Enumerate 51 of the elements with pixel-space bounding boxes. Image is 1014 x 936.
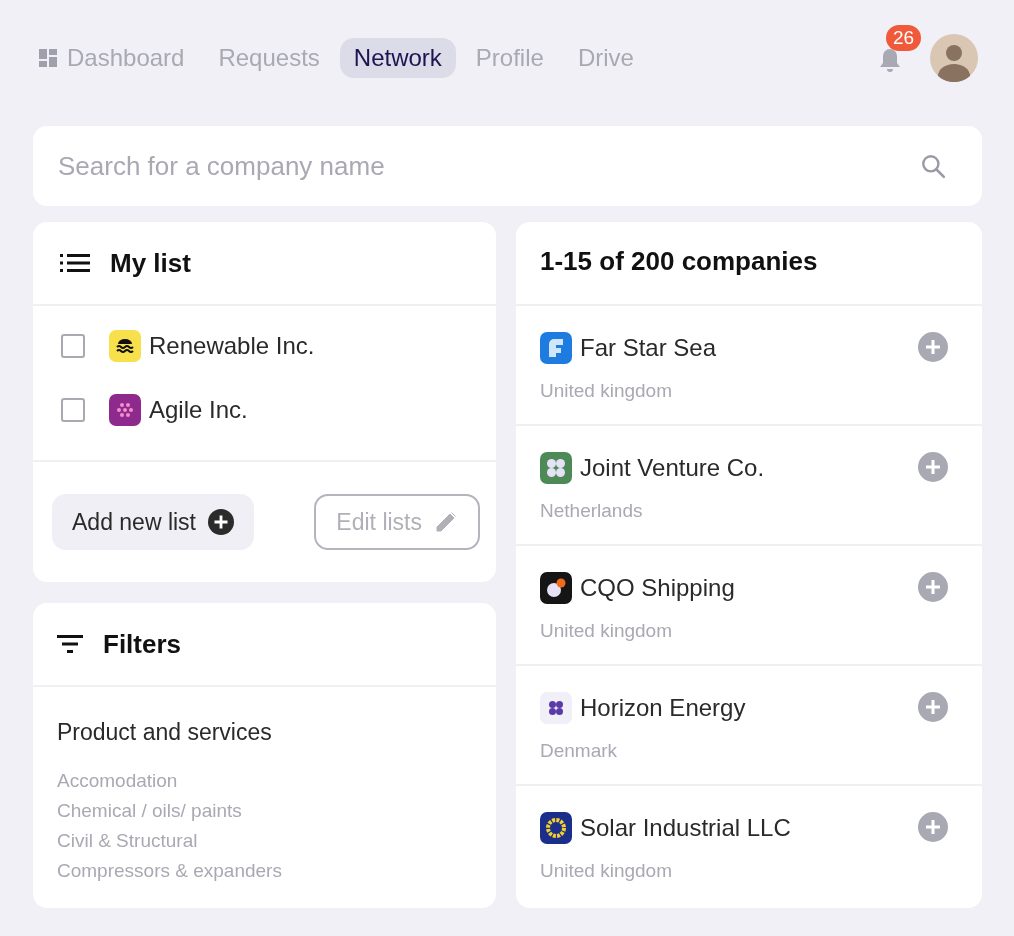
pencil-icon [434,510,458,534]
company-country: Netherlands [540,500,644,522]
checkbox[interactable] [61,334,85,358]
nav-tab[interactable]: Network [339,38,456,78]
bell-icon[interactable] [878,47,902,73]
company-name: Renewable Inc. [149,332,315,360]
card-title: Filters [103,628,182,660]
company-name[interactable]: Far Star Sea [580,334,717,362]
nav-tab[interactable]: Drive [563,38,648,78]
list-icon [60,254,90,272]
filter-option[interactable]: Chemical / oils/ paints [57,796,472,826]
plus-icon [208,509,234,535]
filter-option[interactable]: Accomodation [57,766,472,796]
add-icon[interactable] [918,692,948,722]
checkbox[interactable] [61,398,85,422]
nav-tab[interactable]: Profile [461,38,558,78]
company-name[interactable]: Joint Venture Co. [580,454,765,482]
search-field[interactable]: Search for a company name [33,126,982,206]
add-icon[interactable] [918,332,948,362]
avatar-icon[interactable] [930,34,978,82]
filter-option[interactable]: Civil & Structural [57,826,472,856]
notification-badge: 26 [886,25,922,51]
card-title: My list [110,247,191,279]
edit-lists-button[interactable]: Edit lists [314,494,480,550]
company-logo-icon [540,572,572,604]
results-count: 1-15 of 200 companies [516,222,982,306]
filter-icon [57,635,83,653]
search-icon[interactable] [920,153,946,179]
company-name[interactable]: Solar Industrial LLC [580,814,791,842]
company-name: Agile Inc. [149,396,248,424]
company-logo-icon [540,812,572,844]
grid-icon [39,49,57,67]
company-name[interactable]: CQO Shipping [580,574,735,602]
filter-group-title: Product and services [57,719,273,746]
nav-tab[interactable]: Dashboard [37,38,199,78]
company-country: United kingdom [540,620,674,642]
company-country: United kingdom [540,380,674,402]
company-logo-icon [540,692,572,724]
company-country: Denmark [540,740,619,762]
add-icon[interactable] [918,572,948,602]
add-icon[interactable] [918,452,948,482]
nav-tab[interactable]: Requests [204,38,334,78]
company-logo-icon [540,452,572,484]
filter-option[interactable]: Compressors & expanders [57,856,472,886]
company-name[interactable]: Horizon Energy [580,694,746,722]
company-logo-icon [109,330,141,362]
company-logo-icon [540,332,572,364]
company-country: United kingdom [540,860,674,882]
add-list-button[interactable]: Add new list [52,494,254,550]
add-icon[interactable] [918,812,948,842]
company-logo-icon [109,394,141,426]
